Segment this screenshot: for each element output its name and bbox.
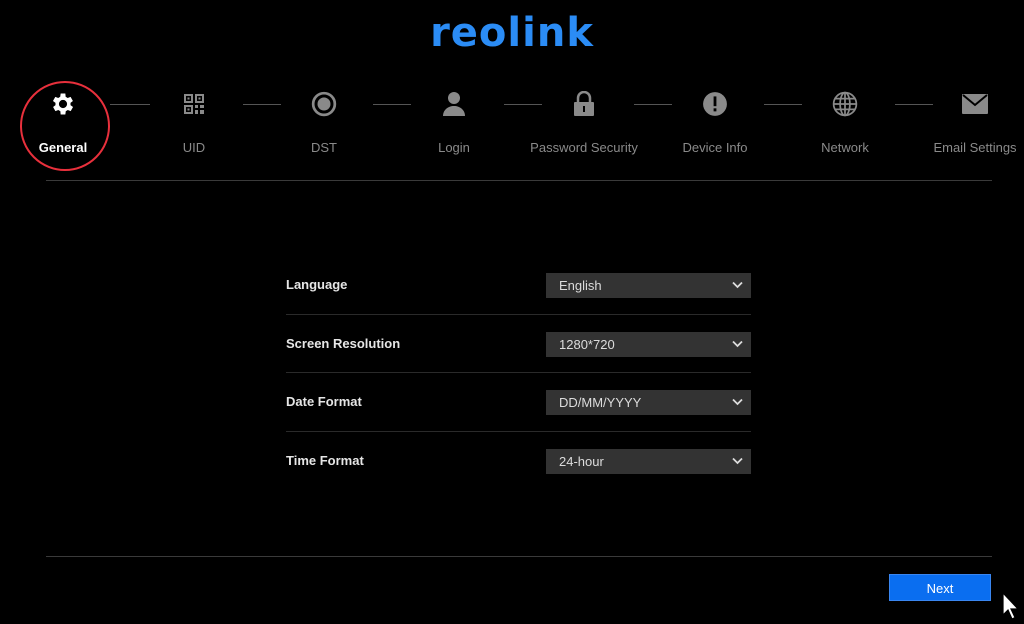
info-alert-icon bbox=[655, 88, 775, 120]
setup-wizard: reolink General UID DST Login Password S… bbox=[0, 0, 1024, 624]
step-label: Email Settings bbox=[933, 140, 1017, 155]
chevron-down-icon bbox=[732, 398, 743, 406]
step-login[interactable]: Login bbox=[394, 84, 514, 164]
date-format-select[interactable]: DD/MM/YYYY bbox=[546, 390, 751, 415]
language-row: Language English bbox=[286, 256, 751, 315]
clock-icon bbox=[264, 88, 384, 120]
time-format-value: 24-hour bbox=[559, 453, 604, 469]
time-format-row: Time Format 24-hour bbox=[286, 432, 751, 490]
wizard-steps: General UID DST Login Password Security … bbox=[0, 84, 1024, 164]
top-divider bbox=[46, 180, 992, 181]
date-format-value: DD/MM/YYYY bbox=[559, 395, 642, 410]
user-icon bbox=[394, 88, 514, 120]
qr-code-icon bbox=[134, 88, 254, 120]
chevron-down-icon bbox=[732, 281, 743, 289]
lock-icon bbox=[524, 88, 644, 120]
reolink-logo: reolink bbox=[430, 10, 594, 56]
language-value: English bbox=[559, 278, 602, 293]
step-password-security[interactable]: Password Security bbox=[524, 84, 644, 164]
screen-resolution-value: 1280*720 bbox=[559, 336, 615, 352]
date-format-row: Date Format DD/MM/YYYY bbox=[286, 373, 751, 432]
mouse-cursor-icon bbox=[1002, 592, 1020, 620]
step-uid[interactable]: UID bbox=[134, 84, 254, 164]
chevron-down-icon bbox=[732, 457, 743, 464]
screen-resolution-label: Screen Resolution bbox=[286, 335, 401, 351]
bottom-divider bbox=[46, 556, 992, 557]
step-device-info[interactable]: Device Info bbox=[655, 84, 775, 164]
chevron-down-icon bbox=[732, 340, 743, 347]
next-button[interactable]: Next bbox=[889, 574, 991, 601]
step-network[interactable]: Network bbox=[785, 84, 905, 164]
envelope-icon bbox=[915, 88, 1024, 120]
general-settings-form: Language English Screen Resolution 1280*… bbox=[286, 256, 751, 489]
step-dst[interactable]: DST bbox=[264, 84, 384, 164]
screen-resolution-select[interactable]: 1280*720 bbox=[546, 331, 751, 357]
step-general[interactable]: General bbox=[3, 84, 123, 164]
time-format-select[interactable]: 24-hour bbox=[546, 448, 751, 474]
time-format-label: Time Format bbox=[286, 452, 364, 468]
language-label: Language bbox=[286, 277, 348, 292]
globe-icon bbox=[785, 88, 905, 120]
date-format-label: Date Format bbox=[286, 394, 362, 409]
screen-resolution-row: Screen Resolution 1280*720 bbox=[286, 315, 751, 373]
language-select[interactable]: English bbox=[546, 273, 751, 298]
step-email-settings[interactable]: Email Settings bbox=[915, 84, 1024, 164]
gear-icon bbox=[3, 88, 123, 120]
